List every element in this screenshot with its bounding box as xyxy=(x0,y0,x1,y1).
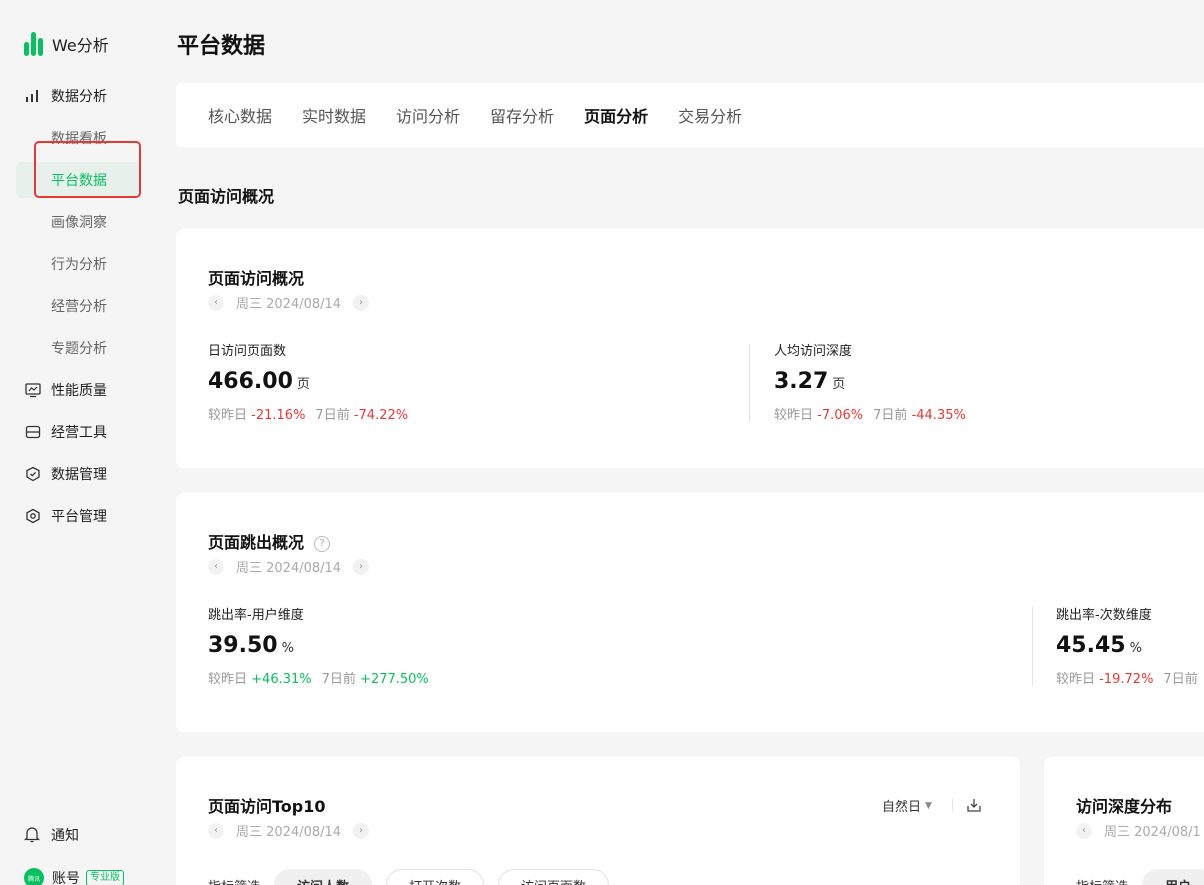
chip-visitors[interactable]: 访问人数 xyxy=(274,869,373,885)
page-visit-overview-card: 页面访问概况 ‹ 周三 2024/08/14 › 日访问页面数 466.00 页 … xyxy=(176,229,1204,468)
prev-date-icon[interactable]: ‹ xyxy=(208,558,224,575)
nav-group-label: 数据管理 xyxy=(51,467,107,483)
date-text: 周三 2024/08/14 xyxy=(236,561,342,576)
metric-divider xyxy=(749,344,750,422)
bell-icon xyxy=(24,826,42,844)
prev-date-icon[interactable]: ‹ xyxy=(1076,822,1092,839)
avatar: 腾讯 xyxy=(24,868,44,885)
nav-group-performance[interactable]: 性能质量 xyxy=(24,380,107,400)
nav-group-platform-management[interactable]: 平台管理 xyxy=(24,506,107,526)
page-title: 平台数据 xyxy=(177,34,266,59)
metric-filter-row: 指标筛选 访问人数 打开次数 访问页面数 xyxy=(208,869,610,885)
chip-users[interactable]: 用户 xyxy=(1142,869,1204,885)
account-item[interactable]: 腾讯 账号 专业版 xyxy=(24,868,124,885)
notifications-item[interactable]: 通知 xyxy=(24,825,79,845)
sidebar-item-business[interactable]: 经营分析 xyxy=(51,296,107,316)
help-icon[interactable]: ? xyxy=(314,535,331,552)
visit-depth-distribution-card: 访问深度分布 ‹ 周三 2024/08/1 指标筛选 用户 xyxy=(1044,757,1204,885)
toolbox-icon xyxy=(24,423,42,441)
metric-label: 日访问页面数 xyxy=(208,344,287,359)
date-picker: ‹ 周三 2024/08/14 › xyxy=(208,557,370,576)
page-bounce-overview-card: 页面跳出概况? ‹ 周三 2024/08/14 › 跳出率-用户维度 39.50… xyxy=(176,493,1204,732)
metric-value: 3.27 页 xyxy=(774,369,846,394)
chevron-down-icon: ▼ xyxy=(925,800,932,811)
tab-realtime-data[interactable]: 实时数据 xyxy=(302,103,366,127)
filter-label: 指标筛选 xyxy=(208,876,260,885)
nav-group-business-tools[interactable]: 经营工具 xyxy=(24,422,107,442)
metric-label: 跳出率-次数维度 xyxy=(1056,608,1152,623)
toolbar-divider xyxy=(952,798,953,812)
tab-bar: 核心数据 实时数据 访问分析 留存分析 页面分析 交易分析 xyxy=(176,83,1204,147)
nav-group-label: 平台管理 xyxy=(51,509,107,525)
card-title: 页面访问概况 xyxy=(208,269,305,288)
metric-bounce-visits: 跳出率-次数维度 45.45% 较昨日 -19.72% 7日前 xyxy=(1056,604,1198,687)
monitor-icon xyxy=(24,381,42,399)
hexagon-gear-icon xyxy=(24,507,42,525)
metric-label: 跳出率-用户维度 xyxy=(208,608,304,623)
metric-compare: 较昨日 -21.16% 7日前 -74.22% xyxy=(208,408,409,423)
app-logo[interactable]: We分析 xyxy=(24,32,109,56)
next-date-icon[interactable]: › xyxy=(353,294,370,311)
tab-retention-analysis[interactable]: 留存分析 xyxy=(490,103,554,127)
shield-check-icon xyxy=(24,465,42,483)
we-analysis-logo-icon xyxy=(24,32,44,56)
date-picker: ‹ 周三 2024/08/1 xyxy=(1076,821,1204,840)
annotation-highlight-box xyxy=(34,141,141,198)
date-text: 周三 2024/08/14 xyxy=(236,825,342,840)
metric-compare: 较昨日 +46.31% 7日前 +277.50% xyxy=(208,672,429,687)
nav-group-data-analysis[interactable]: 数据分析 xyxy=(24,86,107,106)
metric-value: 466.00 页 xyxy=(208,369,310,394)
metric-value: 39.50% xyxy=(208,633,294,658)
prev-date-icon[interactable]: ‹ xyxy=(208,822,224,839)
metric-value: 45.45% xyxy=(1056,633,1142,658)
metric-bounce-user: 跳出率-用户维度 39.50% 较昨日 +46.31% 7日前 +277.50% xyxy=(208,604,429,687)
nav-group-label: 性能质量 xyxy=(51,383,107,399)
metric-compare: 较昨日 -7.06% 7日前 -44.35% xyxy=(774,408,966,423)
logo-text: We分析 xyxy=(52,36,109,55)
metric-divider xyxy=(1032,606,1033,686)
sidebar-item-behavior[interactable]: 行为分析 xyxy=(51,254,107,274)
card-title: 页面跳出概况? xyxy=(208,529,331,553)
tab-core-data[interactable]: 核心数据 xyxy=(208,103,272,127)
card-title: 访问深度分布 xyxy=(1076,797,1173,816)
page-visit-top10-card: 页面访问Top10 ‹ 周三 2024/08/14 › 自然日▼ 指标筛选 访问… xyxy=(176,757,1020,885)
tab-visit-analysis[interactable]: 访问分析 xyxy=(396,103,460,127)
date-text: 周三 2024/08/14 xyxy=(236,297,342,312)
card-title: 页面访问Top10 xyxy=(208,797,326,816)
tab-trade-analysis[interactable]: 交易分析 xyxy=(678,103,742,127)
next-date-icon[interactable]: › xyxy=(353,558,370,575)
nav-group-label: 经营工具 xyxy=(51,425,107,441)
download-icon[interactable] xyxy=(966,797,982,817)
sidebar-item-topic[interactable]: 专题分析 xyxy=(51,338,107,358)
metric-avg-depth: 人均访问深度 3.27 页 较昨日 -7.06% 7日前 -44.35% xyxy=(774,340,966,423)
sidebar: We分析 数据分析 数据看板 平台数据 画像洞察 行为分析 经营分析 专题分析 … xyxy=(0,0,160,885)
tab-page-analysis[interactable]: 页面分析 xyxy=(584,103,648,127)
date-text: 周三 2024/08/1 xyxy=(1104,825,1201,840)
date-picker: ‹ 周三 2024/08/14 › xyxy=(208,293,370,312)
chip-page-views[interactable]: 访问页面数 xyxy=(498,869,610,885)
chip-opens[interactable]: 打开次数 xyxy=(386,869,485,885)
bar-chart-icon xyxy=(24,87,42,105)
sidebar-item-portrait[interactable]: 画像洞察 xyxy=(51,212,107,232)
metric-compare: 较昨日 -19.72% 7日前 xyxy=(1056,672,1198,687)
metric-label: 人均访问深度 xyxy=(774,344,853,359)
prev-date-icon[interactable]: ‹ xyxy=(208,294,224,311)
pro-badge: 专业版 xyxy=(86,870,124,885)
date-picker: ‹ 周三 2024/08/14 › xyxy=(208,821,370,840)
section-title: 页面访问概况 xyxy=(178,187,275,206)
metric-filter-row: 指标筛选 用户 xyxy=(1076,869,1204,885)
account-label: 账号 xyxy=(52,871,80,885)
nav-group-label: 数据分析 xyxy=(51,89,107,105)
nav-group-data-management[interactable]: 数据管理 xyxy=(24,464,107,484)
period-dropdown[interactable]: 自然日 ▼ xyxy=(882,796,932,815)
next-date-icon[interactable]: › xyxy=(353,822,370,839)
metric-daily-pages: 日访问页面数 466.00 页 较昨日 -21.16% 7日前 -74.22% xyxy=(208,340,408,423)
notifications-label: 通知 xyxy=(51,828,79,844)
filter-label: 指标筛选 xyxy=(1076,876,1128,885)
